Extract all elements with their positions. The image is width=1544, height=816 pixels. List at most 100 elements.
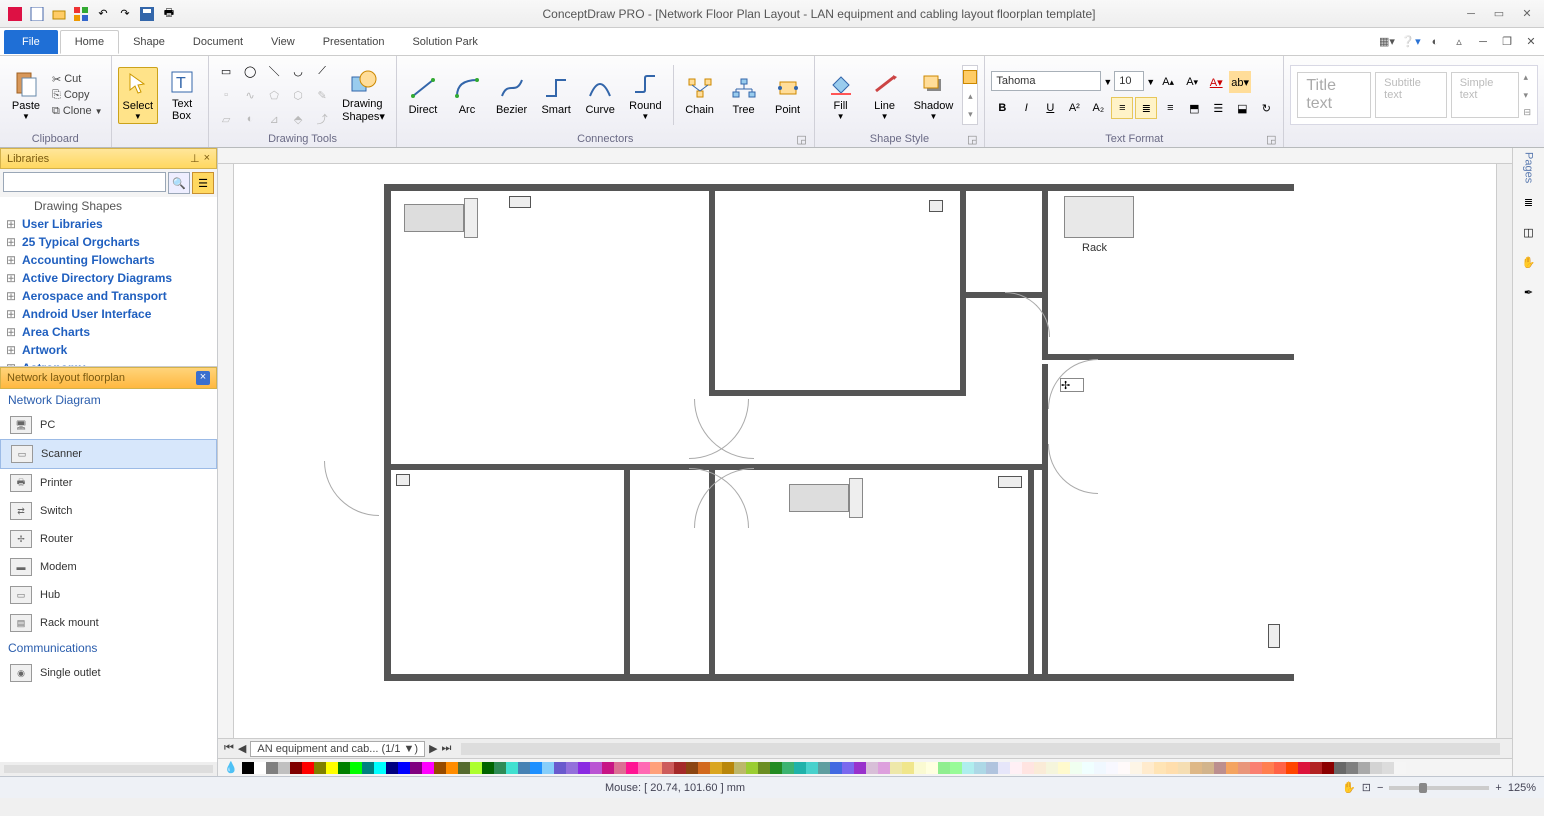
grow-font-icon[interactable]: A▴ <box>1157 71 1179 93</box>
bold-button[interactable]: B <box>991 97 1013 119</box>
color-swatch[interactable] <box>818 762 830 774</box>
doc-restore-icon[interactable]: ❐ <box>1498 33 1516 51</box>
font-size-select[interactable] <box>1114 71 1144 91</box>
tab-document[interactable]: Document <box>179 31 257 53</box>
color-swatch[interactable] <box>674 762 686 774</box>
color-swatch[interactable] <box>242 762 254 774</box>
cut-button[interactable]: ✂Cut <box>50 72 105 87</box>
color-swatch[interactable] <box>1346 762 1358 774</box>
color-swatch[interactable] <box>398 762 410 774</box>
select-button[interactable]: Select▼ <box>118 67 159 124</box>
zoom-out-icon[interactable]: − <box>1377 782 1383 794</box>
point-connector[interactable]: Point <box>768 71 808 119</box>
color-swatch[interactable] <box>410 762 422 774</box>
color-swatch[interactable] <box>482 762 494 774</box>
tool-x4[interactable]: ⬘ <box>287 108 309 130</box>
shape-printer[interactable]: 🖶Printer <box>0 469 217 497</box>
color-swatch[interactable] <box>1226 762 1238 774</box>
library-tree[interactable]: Drawing Shapes User Libraries 25 Typical… <box>0 197 217 367</box>
color-swatch[interactable] <box>1130 762 1142 774</box>
color-swatch[interactable] <box>254 762 266 774</box>
vscrollbar[interactable] <box>1496 164 1512 738</box>
color-swatch[interactable] <box>1382 762 1394 774</box>
shrink-font-icon[interactable]: A▾ <box>1181 71 1203 93</box>
color-swatch[interactable] <box>1106 762 1118 774</box>
wall-device-1[interactable]: ✢ <box>1060 378 1084 392</box>
tree-astronomy[interactable]: Astronomy <box>0 359 217 367</box>
shape-list[interactable]: Network Diagram 🖥PC ▭Scanner 🖶Printer ⇄S… <box>0 389 217 762</box>
color-swatch[interactable] <box>566 762 578 774</box>
tree-connector[interactable]: Tree <box>724 71 764 119</box>
underline-button[interactable]: U <box>1039 97 1061 119</box>
color-swatch[interactable] <box>830 762 842 774</box>
search-icon[interactable]: 🔍 <box>168 172 190 194</box>
color-swatch[interactable] <box>278 762 290 774</box>
pin-icon[interactable]: ⊥ <box>190 152 200 165</box>
preset-subtitle[interactable]: Subtitle text <box>1375 72 1447 118</box>
text-direction-button[interactable]: ↻ <box>1255 97 1277 119</box>
pages-tab[interactable]: Pages <box>1523 152 1535 183</box>
color-swatch[interactable] <box>638 762 650 774</box>
bezier-tool[interactable]: ∿ <box>239 84 261 106</box>
tool-x5[interactable]: ⤴ <box>311 108 333 130</box>
color-swatch[interactable] <box>530 762 542 774</box>
shape-single-outlet[interactable]: ◉Single outlet <box>0 659 217 687</box>
nav-first-icon[interactable]: ⏮ <box>224 742 234 755</box>
pc-tower-2[interactable] <box>849 478 863 518</box>
color-swatch[interactable] <box>746 762 758 774</box>
color-swatch[interactable] <box>806 762 818 774</box>
color-swatch[interactable] <box>1070 762 1082 774</box>
presets-more[interactable]: ⊟ <box>1523 107 1531 118</box>
italic-button[interactable]: I <box>1015 97 1037 119</box>
color-swatch[interactable] <box>1046 762 1058 774</box>
pc-device-2[interactable] <box>789 484 849 512</box>
pan-tool-icon[interactable]: ✋ <box>1342 781 1356 794</box>
tool-x1[interactable]: ▱ <box>215 108 237 130</box>
color-swatch[interactable] <box>1286 762 1298 774</box>
tab-file[interactable]: File <box>4 30 58 54</box>
tree-area-charts[interactable]: Area Charts <box>0 323 217 341</box>
qat-redo-icon[interactable]: ↷ <box>116 5 134 23</box>
shapestyle-dialog-launcher[interactable]: ◲ <box>966 133 978 145</box>
sheet-tab[interactable]: AN equipment and cab... (1/1 ▼) <box>250 741 425 757</box>
color-swatch[interactable] <box>1262 762 1274 774</box>
color-swatch[interactable] <box>518 762 530 774</box>
highlight-icon[interactable]: ab▾ <box>1229 71 1251 93</box>
color-swatch[interactable] <box>446 762 458 774</box>
library-search-input[interactable] <box>3 172 166 192</box>
color-swatch[interactable] <box>986 762 998 774</box>
outlet-4[interactable] <box>998 476 1022 488</box>
polyline-tool[interactable]: ⟋ <box>311 60 333 82</box>
color-swatch[interactable] <box>1214 762 1226 774</box>
color-swatch[interactable] <box>1190 762 1202 774</box>
color-swatch[interactable] <box>878 762 890 774</box>
color-swatch[interactable] <box>386 762 398 774</box>
shadow-button[interactable]: Shadow▼ <box>909 67 959 124</box>
align-mid-button[interactable]: ☰ <box>1207 97 1229 119</box>
color-swatch[interactable] <box>962 762 974 774</box>
color-swatch[interactable] <box>1250 762 1262 774</box>
shape-modem[interactable]: ▬Modem <box>0 553 217 581</box>
color-swatch[interactable] <box>1310 762 1322 774</box>
tool-x2[interactable]: ◐ <box>239 108 261 130</box>
ellipse-tool[interactable]: ◯ <box>239 60 261 82</box>
nav-next-icon[interactable]: ▶ <box>429 742 437 755</box>
color-swatch[interactable] <box>314 762 326 774</box>
zoom-in-icon[interactable]: + <box>1495 782 1501 794</box>
shape-switch[interactable]: ⇄Switch <box>0 497 217 525</box>
color-swatch[interactable] <box>1322 762 1334 774</box>
color-swatch[interactable] <box>938 762 950 774</box>
chain-connector[interactable]: Chain <box>680 71 720 119</box>
bezier-connector[interactable]: Bezier <box>491 71 532 119</box>
color-swatch[interactable] <box>734 762 746 774</box>
tree-artwork[interactable]: Artwork <box>0 341 217 359</box>
qat-open-icon[interactable] <box>50 5 68 23</box>
tree-drawing-shapes[interactable]: Drawing Shapes <box>0 197 217 215</box>
color-swatch[interactable] <box>470 762 482 774</box>
color-swatch[interactable] <box>1298 762 1310 774</box>
drawing-shapes-button[interactable]: DrawingShapes▾ <box>337 65 390 126</box>
color-swatch[interactable] <box>1370 762 1382 774</box>
collapse-ribbon-icon[interactable]: ▵ <box>1450 33 1468 51</box>
tree-active-directory[interactable]: Active Directory Diagrams <box>0 269 217 287</box>
fit-page-icon[interactable]: ⊡ <box>1362 781 1371 794</box>
